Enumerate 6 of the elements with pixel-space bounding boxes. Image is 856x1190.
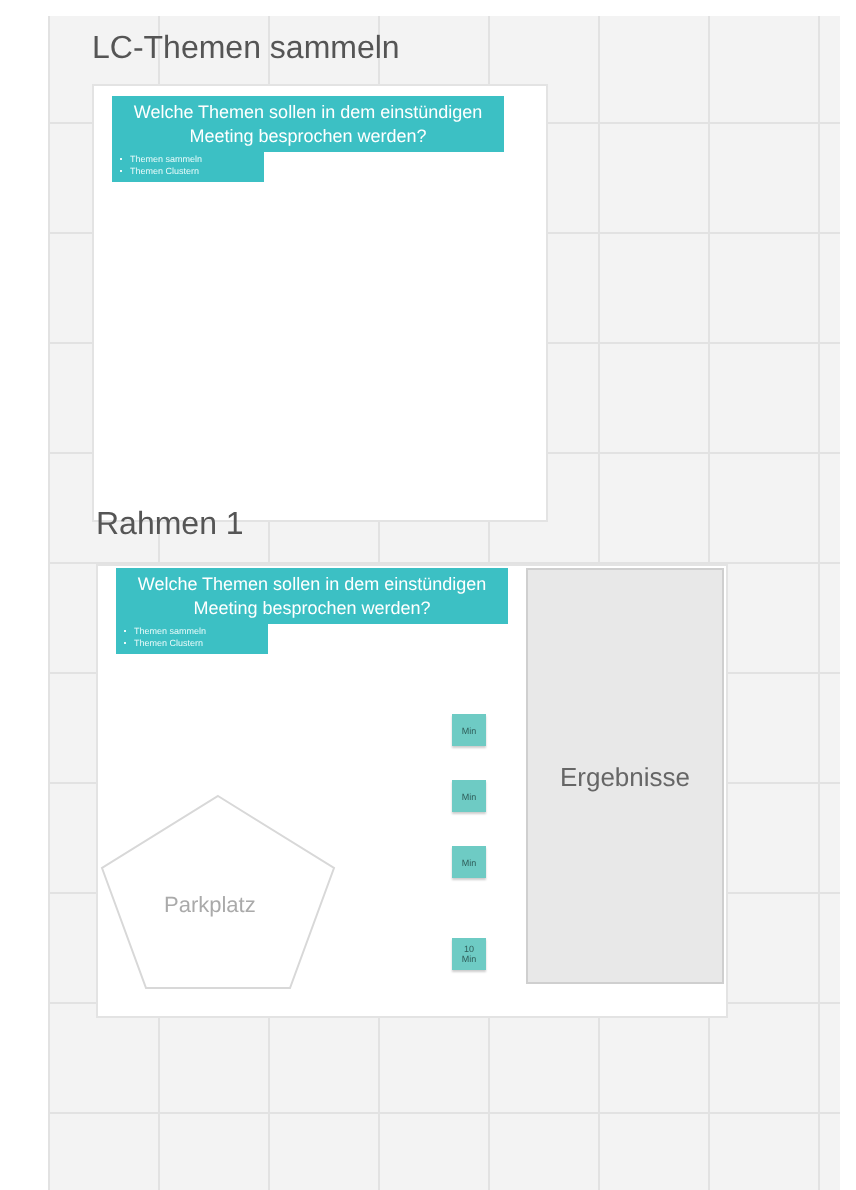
question-note: Welche Themen sollen in dem einstündigen Meeting besprochen werden?: [116, 568, 508, 624]
results-label: Ergebnisse: [559, 761, 691, 791]
frame-title[interactable]: LC-Themen sammeln: [92, 32, 400, 68]
pentagon-label: Parkplatz: [164, 894, 256, 918]
question-note: Welche Themen sollen in dem einstündigen Meeting besprochen werden?: [112, 96, 504, 152]
frame-title[interactable]: Rahmen 1: [96, 508, 244, 544]
